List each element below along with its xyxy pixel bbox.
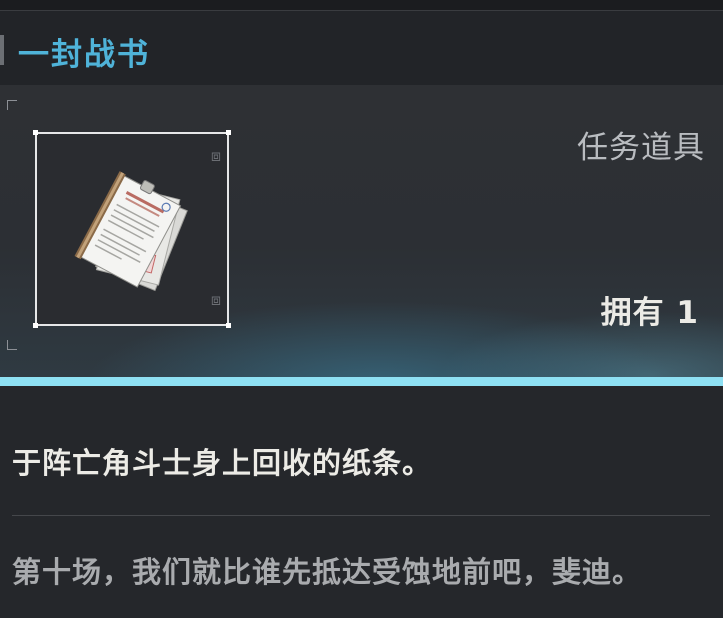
title-accent-bar — [0, 35, 4, 65]
panel-corner-bottom-left — [7, 340, 17, 350]
title-bar: 一封战书 — [0, 11, 723, 85]
frame-corner — [33, 130, 38, 135]
item-icon-frame: ⧈ ⧈ — [33, 130, 231, 328]
section-divider — [12, 515, 710, 516]
item-info-panel: ⧈ ⧈ 任务道具 拥有 1 — [0, 85, 723, 377]
item-lore-text: 第十场，我们就比谁先抵达受蚀地前吧，斐迪。 — [12, 555, 643, 589]
owned-count: 拥有 1 — [600, 295, 699, 331]
frame-corner — [33, 323, 38, 328]
top-strip — [0, 0, 723, 11]
item-description: 于阵亡角斗士身上回收的纸条。 — [12, 446, 433, 480]
item-title: 一封战书 — [18, 37, 150, 73]
document-papers-icon — [74, 171, 188, 292]
frame-deco-icon: ⧈ — [210, 146, 221, 165]
frame-corner — [226, 323, 231, 328]
frame-corner — [226, 130, 231, 135]
panel-corner-top-left — [7, 100, 17, 110]
frame-deco-icon: ⧈ — [210, 290, 221, 309]
accent-divider-line — [0, 377, 723, 386]
item-type-label: 任务道具 — [577, 130, 705, 166]
